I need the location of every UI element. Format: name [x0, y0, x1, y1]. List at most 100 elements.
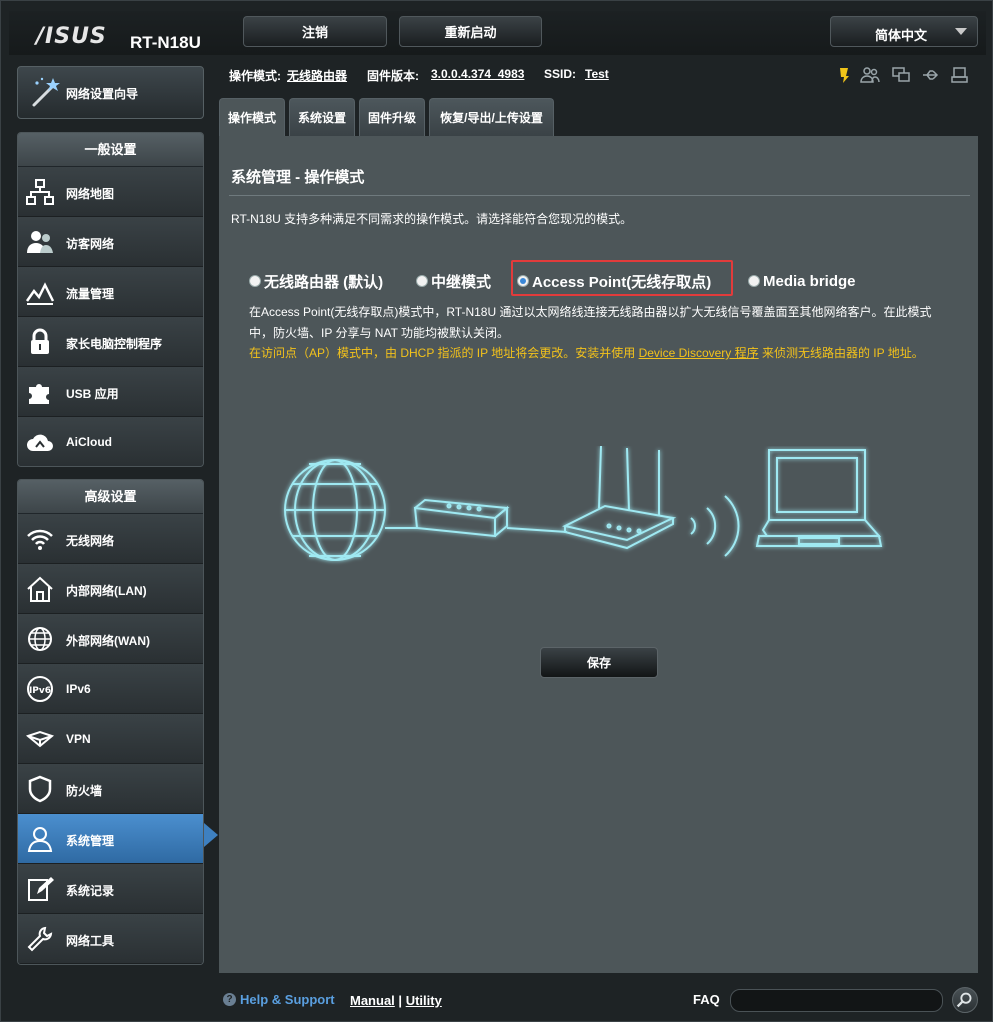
sidebar-item-system-log[interactable]: 系统记录 [18, 864, 203, 914]
help-support[interactable]: ? Help & Support [223, 992, 335, 1007]
reboot-button[interactable]: 重新启动 [399, 16, 542, 47]
save-button[interactable]: 保存 [540, 647, 658, 678]
sidebar-item-network-tools[interactable]: 网络工具 [18, 914, 203, 964]
sidebar-item-label: 内部网络(LAN) [66, 584, 147, 598]
radio-wireless-router[interactable]: 无线路由器 (默认) [249, 269, 383, 293]
internet-globe-icon [284, 459, 386, 561]
radio-button[interactable] [748, 275, 760, 287]
sidebar-item-label: USB 应用 [66, 387, 119, 401]
sidebar-item-aicloud[interactable]: AiCloud [18, 417, 203, 466]
sidebar-item-firewall[interactable]: 防火墙 [18, 764, 203, 814]
sidebar-item-ipv6[interactable]: IPv6 IPv6 [18, 664, 203, 714]
radio-repeater[interactable]: 中继模式 [416, 269, 491, 293]
sidebar-item-vpn[interactable]: VPN [18, 714, 203, 764]
radio-button[interactable] [416, 275, 428, 287]
sidebar-item-label: 系统记录 [66, 884, 115, 898]
asus-logo: /ISUS [36, 24, 107, 49]
ssid-link[interactable]: Test [585, 67, 609, 81]
language-select[interactable]: 简体中文 [830, 16, 978, 47]
vpn-icon [25, 730, 55, 748]
faq-label: FAQ [693, 992, 720, 1007]
firewall-shield-icon [28, 775, 52, 803]
radio-label: Media bridge [763, 272, 856, 290]
administration-user-icon [27, 827, 53, 852]
sidebar-item-label: 流量管理 [66, 287, 115, 301]
operation-mode-link[interactable]: 无线路由器 [287, 67, 347, 84]
sidebar-item-label: 外部网络(WAN) [66, 634, 150, 648]
firmware-label: 固件版本: [367, 69, 419, 83]
faq-search-input[interactable] [730, 989, 943, 1012]
logout-button[interactable]: 注销 [243, 16, 387, 47]
router-icon [562, 446, 677, 550]
wireless-icon [27, 529, 53, 550]
sidebar-item-administration[interactable]: 系统管理 [18, 814, 203, 864]
sidebar-item-guest-network[interactable]: 访客网络 [18, 217, 203, 267]
access-point-topology-diagram [284, 446, 883, 561]
sidebar-item-label: IPv6 [66, 682, 91, 696]
svg-text:IPv6: IPv6 [29, 686, 51, 696]
internet-status-icon[interactable] [834, 65, 854, 85]
aicloud-icon [27, 434, 53, 451]
sidebar-item-label: 防火墙 [66, 784, 103, 798]
question-mark-icon: ? [223, 993, 236, 1006]
sidebar-item-label: AiCloud [66, 435, 112, 449]
wizard-label: 网络设置向导 [66, 87, 139, 101]
help-support-label: Help & Support [240, 992, 335, 1007]
radio-access-point[interactable]: Access Point(无线存取点) [517, 269, 711, 293]
advanced-settings-title: 高级设置 [18, 480, 203, 514]
printer-icon[interactable] [950, 65, 970, 85]
sidebar-item-wan[interactable]: 外部网络(WAN) [18, 614, 203, 664]
sidebar-item-network-map[interactable]: 网络地图 [18, 167, 203, 217]
sidebar-item-label: 网络地图 [66, 187, 115, 201]
sidebar-item-parental-control[interactable]: 家长电脑控制程序 [18, 317, 203, 367]
mode-warning-note: 在访问点（AP）模式中，由 DHCP 指派的 IP 地址将会更改。安装并使用 D… [249, 344, 969, 361]
faq-search-button[interactable] [952, 987, 978, 1013]
traffic-manager-icon [25, 282, 55, 305]
sidebar-item-lan[interactable]: 内部网络(LAN) [18, 564, 203, 614]
sidebar-item-label: VPN [66, 732, 91, 746]
tab-system-settings[interactable]: 系统设置 [289, 98, 355, 136]
sidebar-item-label: 网络工具 [66, 934, 115, 948]
sidebar-item-label: 无线网络 [66, 534, 115, 548]
radio-button-selected[interactable] [517, 275, 529, 287]
note-text-suffix: 来侦测无线路由器的 IP 地址。 [758, 346, 924, 360]
footer-links: Manual | Utility [350, 993, 442, 1008]
firmware-version-link[interactable]: 3.0.0.4.374_4983 [431, 67, 524, 81]
usb-puzzle-icon [29, 384, 49, 404]
sidebar-item-wireless[interactable]: 无线网络 [18, 514, 203, 564]
usb-icon[interactable] [921, 65, 941, 85]
radio-label: 无线路由器 (默认) [264, 273, 384, 291]
sidebar-item-label: 家长电脑控制程序 [66, 337, 163, 351]
active-item-pointer [204, 823, 218, 847]
radio-label: Access Point(无线存取点) [532, 273, 712, 291]
footer-separator: | [398, 993, 403, 1008]
language-value: 简体中文 [875, 28, 928, 43]
model-name: RT-N18U [130, 33, 201, 52]
ipv6-icon: IPv6 [27, 676, 53, 702]
page-title: 系统管理 - 操作模式 [231, 169, 365, 186]
search-icon [956, 992, 972, 1008]
parental-control-icon [31, 328, 49, 354]
operation-mode-label: 操作模式: [229, 69, 281, 83]
tab-firmware-upgrade[interactable]: 固件升级 [359, 98, 425, 136]
network-map-icon [26, 179, 54, 205]
sidebar-item-usb-application[interactable]: USB 应用 [18, 367, 203, 417]
utility-link[interactable]: Utility [406, 993, 442, 1008]
clients-icon[interactable] [860, 65, 880, 85]
radio-media-bridge[interactable]: Media bridge [748, 269, 856, 293]
advanced-settings-menu: 高级设置 无线网络 内部网络(LAN) 外部网络(WAN) IPv6 IPv6 … [17, 479, 204, 965]
devices-icon[interactable] [891, 65, 911, 85]
operation-mode-panel: 系统管理 - 操作模式 RT-N18U 支持多种满足不同需求的操作模式。请选择能… [219, 136, 978, 973]
device-discovery-link[interactable]: Device Discovery 程序 [639, 346, 759, 360]
tab-restore-save-upload[interactable]: 恢复/导出/上传设置 [429, 98, 554, 136]
tab-operation-mode[interactable]: 操作模式 [219, 98, 285, 136]
sidebar-item-traffic-manager[interactable]: 流量管理 [18, 267, 203, 317]
modem-icon [413, 498, 510, 538]
radio-button[interactable] [249, 275, 261, 287]
lan-house-icon [27, 576, 53, 602]
quick-setup-wizard-button[interactable]: 网络设置向导 [17, 66, 204, 119]
wireless-waves-icon [690, 495, 740, 557]
network-tools-icon [27, 926, 53, 952]
manual-link[interactable]: Manual [350, 993, 395, 1008]
page-description: RT-N18U 支持多种满足不同需求的操作模式。请选择能符合您现况的模式。 [231, 212, 633, 226]
